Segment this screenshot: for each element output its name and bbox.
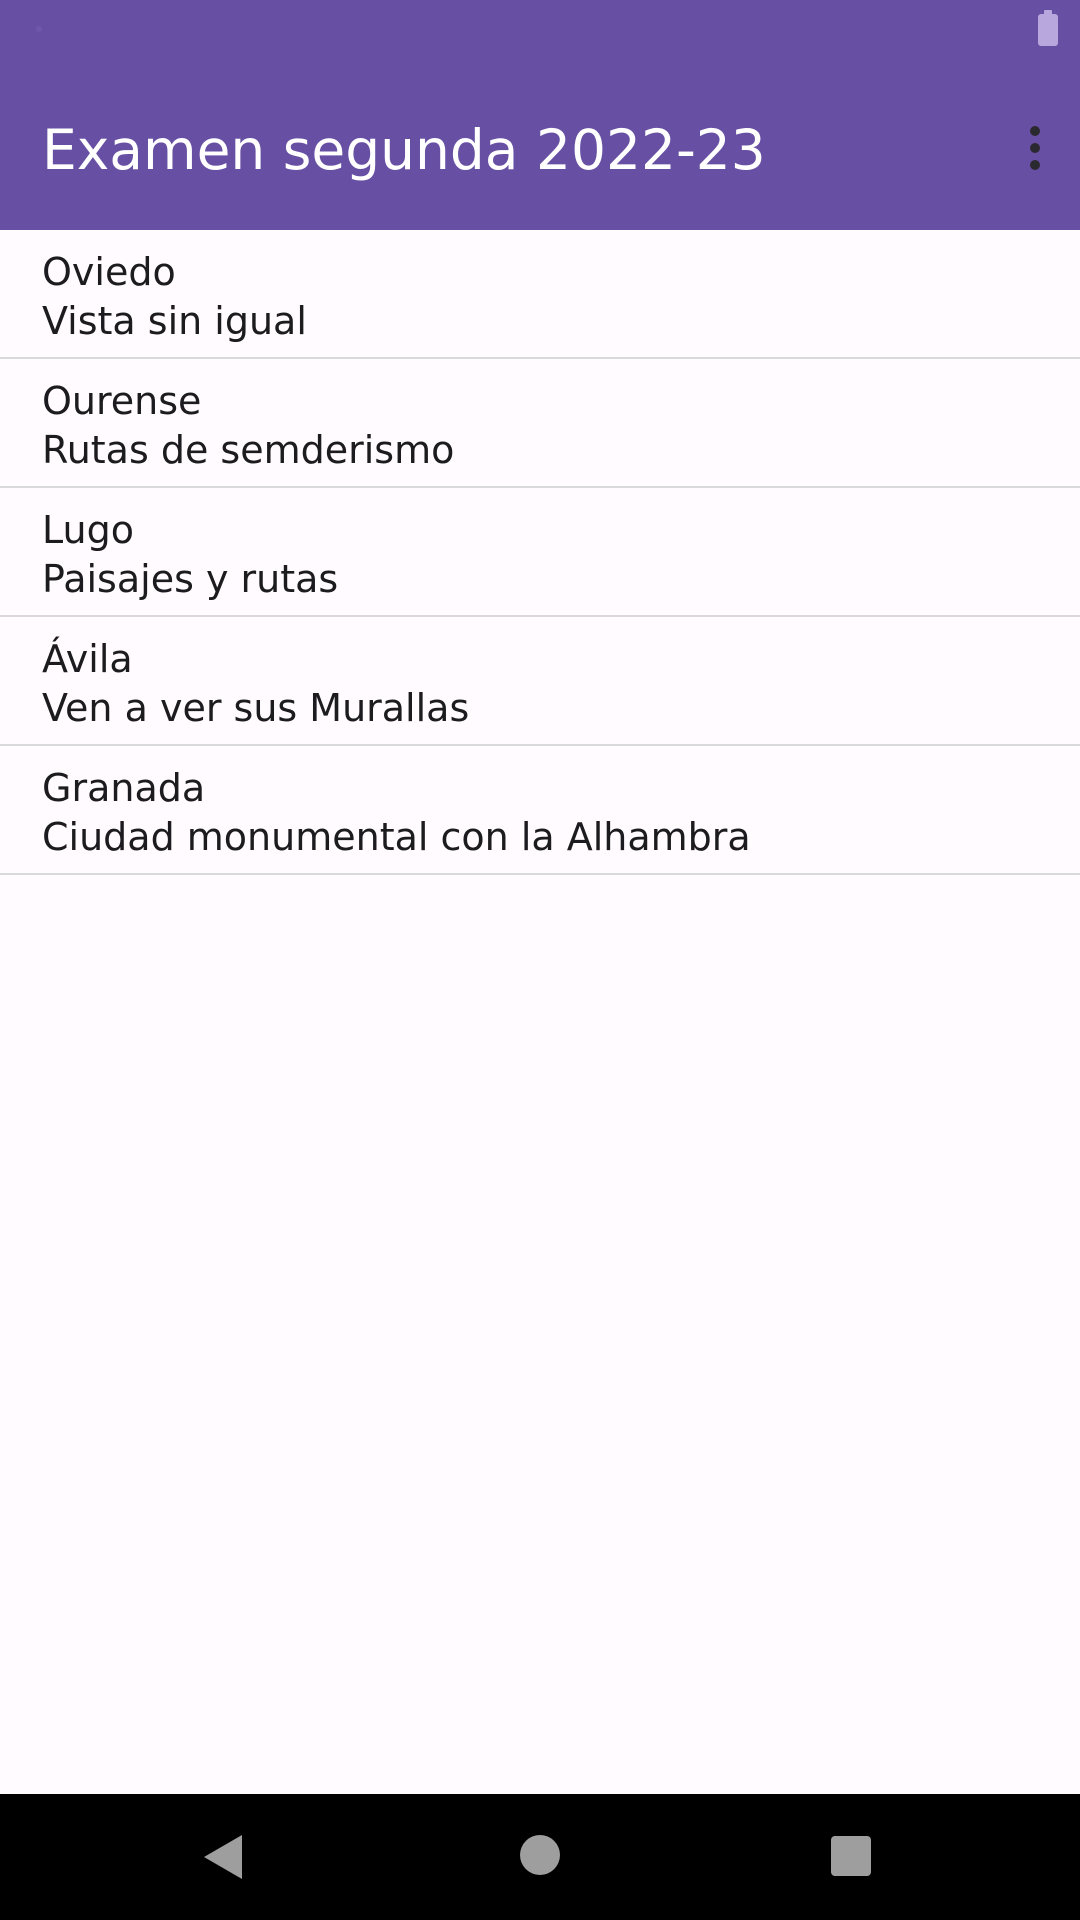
screen: Examen segunda 2022-23 Oviedo Vista sin … — [0, 0, 1080, 1920]
list-item-subtitle: Rutas de semderismo — [42, 428, 455, 472]
home-icon[interactable] — [520, 1835, 560, 1875]
back-icon[interactable] — [204, 1835, 242, 1879]
list-item-subtitle: Ciudad monumental con la Alhambra — [42, 815, 751, 859]
list-item-title: Ávila — [42, 637, 133, 681]
battery-icon — [1038, 10, 1058, 46]
list-item-title: Lugo — [42, 508, 134, 552]
list-item-subtitle: Paisajes y rutas — [42, 557, 339, 601]
list-item[interactable]: Ourense Rutas de semderismo — [0, 359, 1080, 488]
notification-dot-icon — [36, 26, 42, 32]
more-vert-icon[interactable] — [1008, 108, 1064, 188]
list-item-title: Oviedo — [42, 250, 176, 294]
list-item-title: Ourense — [42, 379, 202, 423]
list-item-subtitle: Ven a ver sus Murallas — [42, 686, 470, 730]
page-title: Examen segunda 2022-23 — [42, 118, 766, 182]
list-item[interactable]: Ávila Ven a ver sus Murallas — [0, 617, 1080, 746]
list-item[interactable]: Lugo Paisajes y rutas — [0, 488, 1080, 617]
recents-icon[interactable] — [831, 1836, 871, 1876]
city-list: Oviedo Vista sin igual Ourense Rutas de … — [0, 230, 1080, 875]
list-item-subtitle: Vista sin igual — [42, 299, 307, 343]
navigation-bar — [0, 1794, 1080, 1920]
list-item[interactable]: Granada Ciudad monumental con la Alhambr… — [0, 746, 1080, 875]
status-bar — [0, 0, 1080, 60]
app-bar: Examen segunda 2022-23 — [0, 0, 1080, 230]
list-item-title: Granada — [42, 766, 206, 810]
list-item[interactable]: Oviedo Vista sin igual — [0, 230, 1080, 359]
